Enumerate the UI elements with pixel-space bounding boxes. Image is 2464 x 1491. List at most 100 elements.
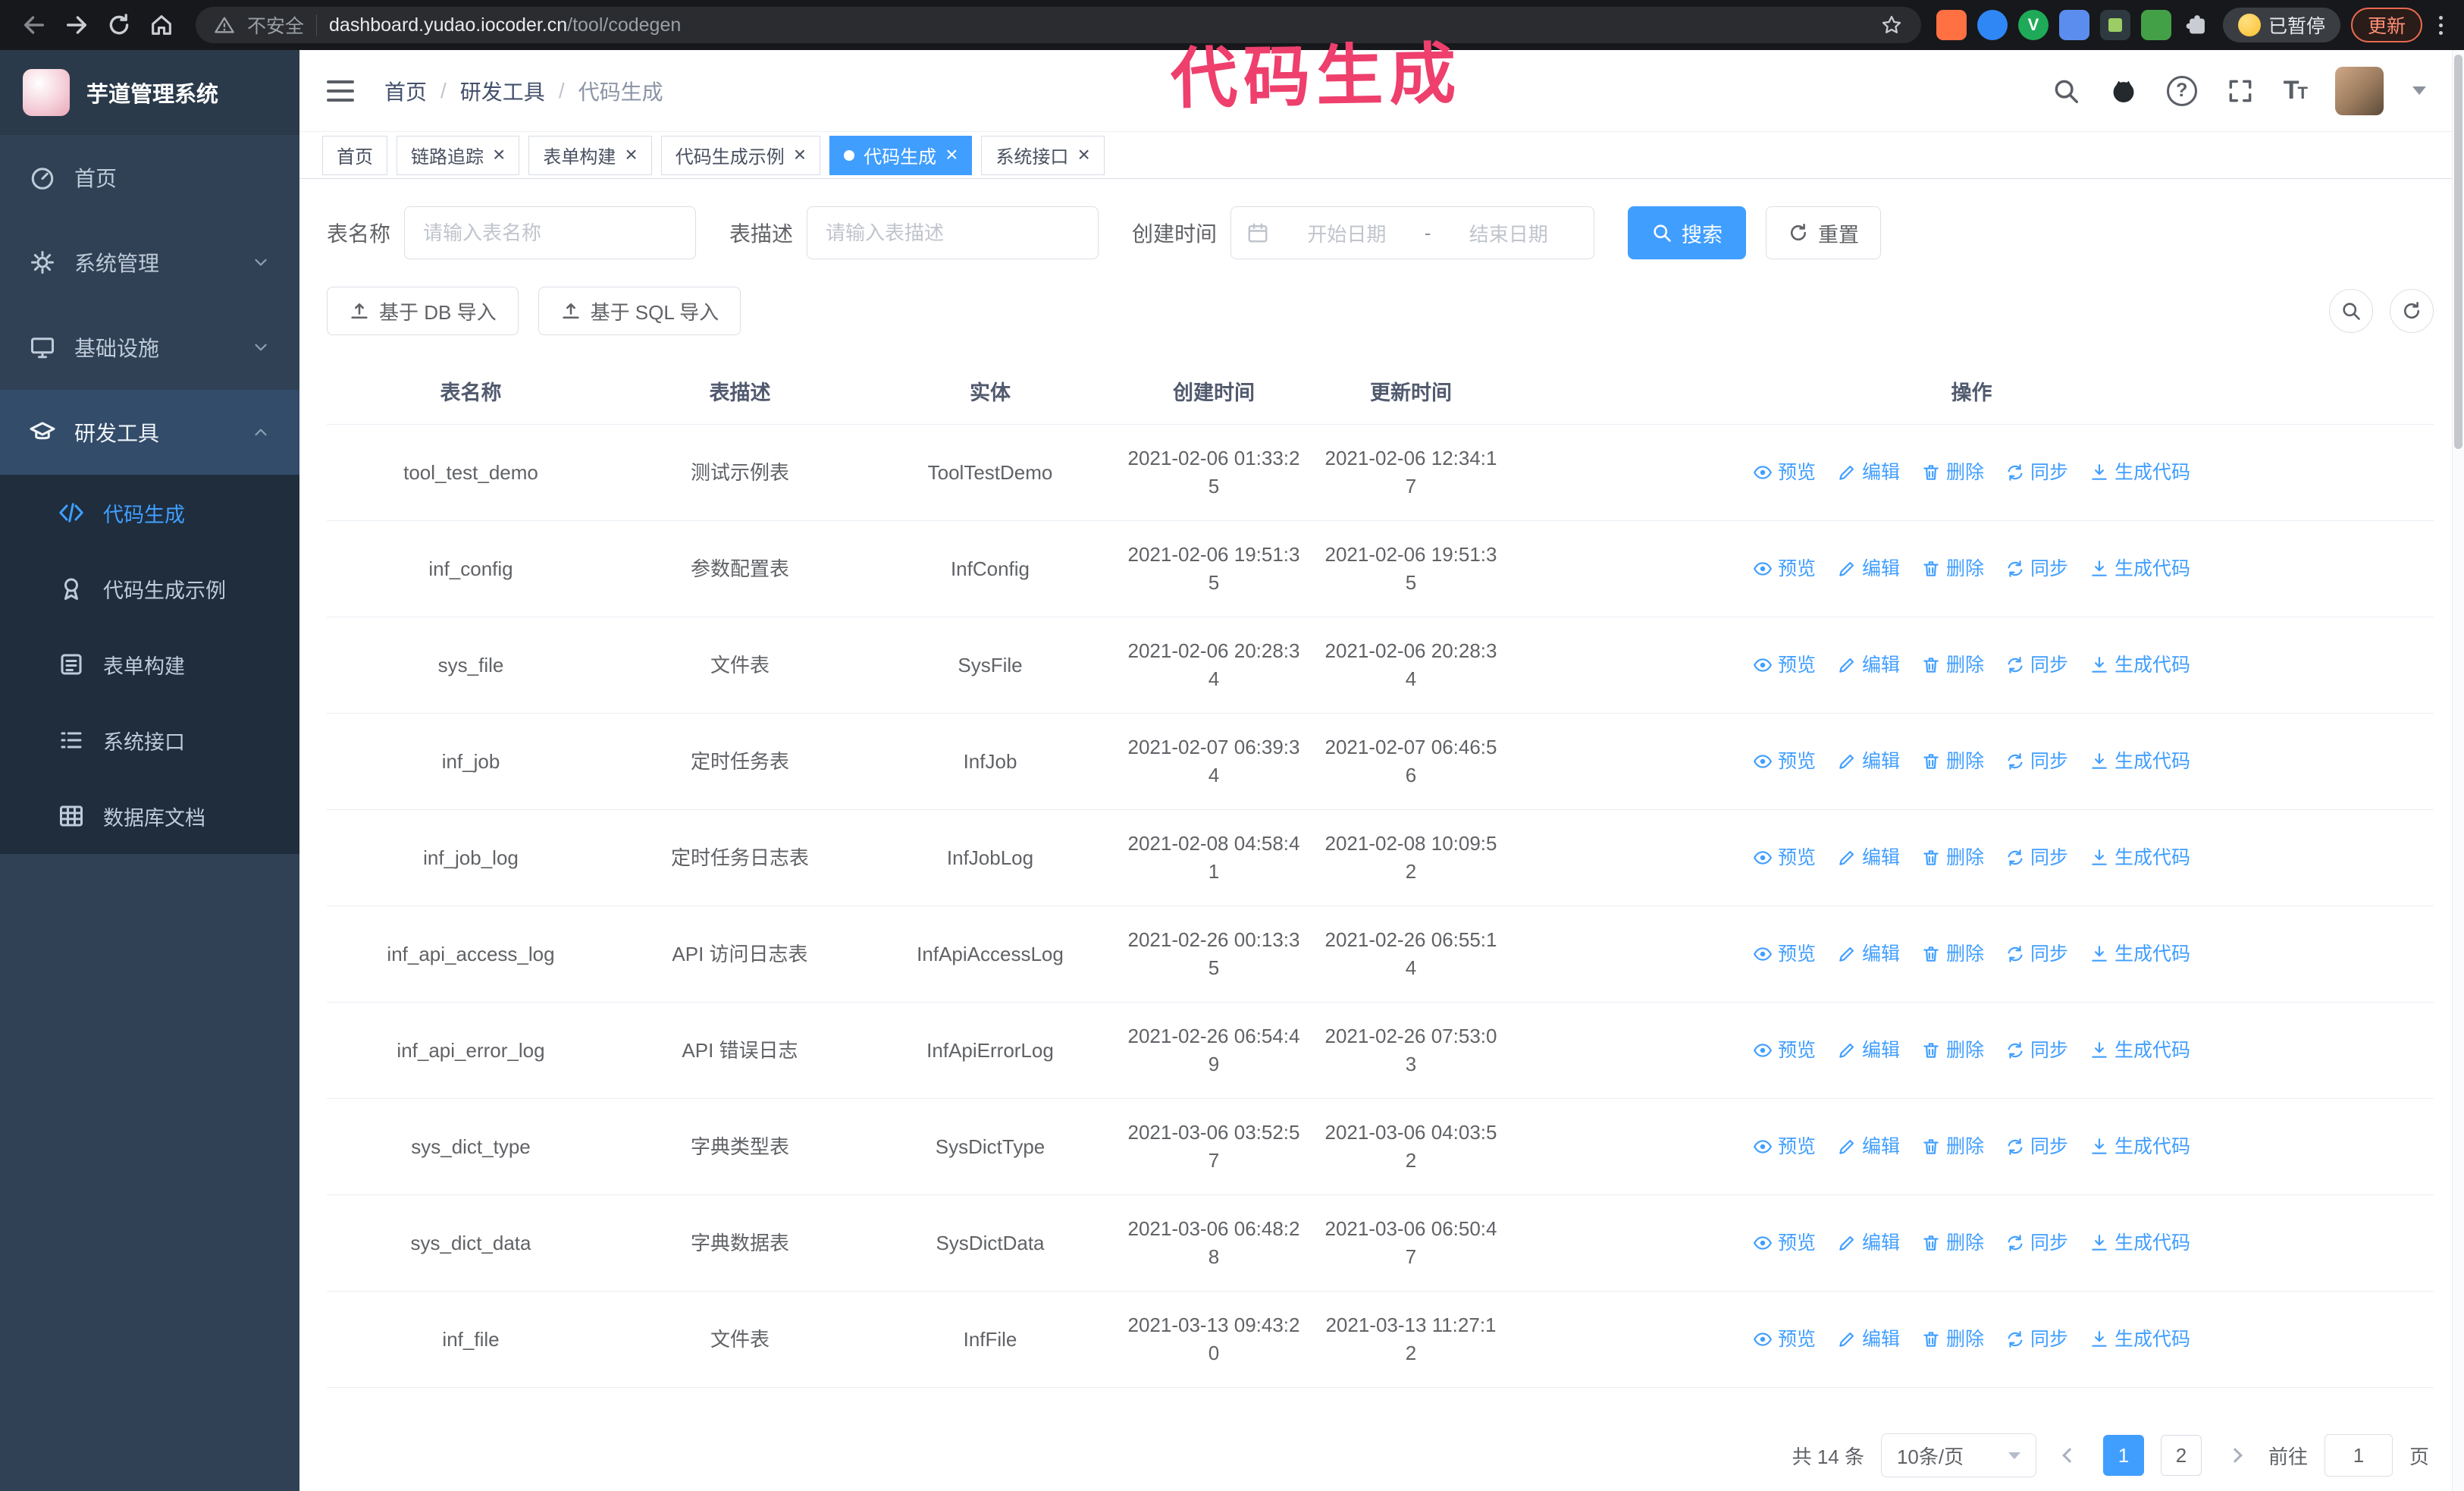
action-edit-link[interactable]: 编辑 bbox=[1837, 555, 1900, 583]
action-edit-link[interactable]: 编辑 bbox=[1837, 1229, 1900, 1257]
action-sync-link[interactable]: 同步 bbox=[2005, 1326, 2068, 1354]
sidebar-item-db-doc[interactable]: 数据库文档 bbox=[0, 778, 299, 854]
breadcrumb-item[interactable]: 研发工具 bbox=[460, 76, 545, 106]
page-button-2[interactable]: 2 bbox=[2160, 1435, 2202, 1476]
extension-icon[interactable] bbox=[2058, 10, 2089, 40]
sidebar-item-system-api[interactable]: 系统接口 bbox=[0, 702, 299, 778]
action-sync-link[interactable]: 同步 bbox=[2005, 1037, 2068, 1065]
action-preview-link[interactable]: 预览 bbox=[1753, 651, 1816, 680]
page-button-1[interactable]: 1 bbox=[2102, 1435, 2144, 1476]
close-tab-icon[interactable]: × bbox=[1077, 143, 1089, 165]
action-edit-link[interactable]: 编辑 bbox=[1837, 844, 1900, 872]
tab-codegen-example[interactable]: 代码生成示例 × bbox=[660, 135, 821, 175]
prev-page-button[interactable] bbox=[2053, 1434, 2086, 1477]
address-bar[interactable]: 不安全 dashboard.yudao.iocoder.cn/tool/code… bbox=[196, 7, 1921, 43]
scrollbar-thumb[interactable] bbox=[2454, 55, 2462, 449]
action-preview-link[interactable]: 预览 bbox=[1753, 844, 1816, 872]
avatar[interactable] bbox=[2335, 66, 2384, 115]
reset-button[interactable]: 重置 bbox=[1766, 206, 1882, 259]
action-edit-link[interactable]: 编辑 bbox=[1837, 1133, 1900, 1161]
action-generate-code-link[interactable]: 生成代码 bbox=[2089, 1037, 2190, 1065]
action-sync-link[interactable]: 同步 bbox=[2005, 651, 2068, 680]
action-preview-link[interactable]: 预览 bbox=[1753, 748, 1816, 776]
close-tab-icon[interactable]: × bbox=[493, 143, 505, 165]
extension-icon[interactable] bbox=[1977, 10, 2008, 40]
action-generate-code-link[interactable]: 生成代码 bbox=[2089, 1326, 2190, 1354]
action-edit-link[interactable]: 编辑 bbox=[1837, 748, 1900, 776]
action-generate-code-link[interactable]: 生成代码 bbox=[2089, 940, 2190, 968]
table-desc-input[interactable] bbox=[807, 206, 1099, 259]
sidebar-item-infrastructure[interactable]: 基础设施 bbox=[0, 305, 299, 390]
action-edit-link[interactable]: 编辑 bbox=[1837, 940, 1900, 968]
action-sync-link[interactable]: 同步 bbox=[2005, 459, 2068, 487]
close-tab-icon[interactable]: × bbox=[794, 143, 806, 165]
next-page-button[interactable] bbox=[2218, 1434, 2252, 1477]
action-edit-link[interactable]: 编辑 bbox=[1837, 651, 1900, 680]
action-generate-code-link[interactable]: 生成代码 bbox=[2089, 1133, 2190, 1161]
search-icon[interactable] bbox=[2052, 77, 2080, 105]
action-preview-link[interactable]: 预览 bbox=[1753, 940, 1816, 968]
tab-form-builder[interactable]: 表单构建 × bbox=[528, 135, 652, 175]
tab-system-api[interactable]: 系统接口 × bbox=[981, 135, 1105, 175]
action-delete-link[interactable]: 删除 bbox=[1921, 459, 1984, 487]
action-preview-link[interactable]: 预览 bbox=[1753, 1133, 1816, 1161]
search-button[interactable]: 搜索 bbox=[1628, 206, 1747, 259]
sidebar-item-system[interactable]: 系统管理 bbox=[0, 220, 299, 305]
breadcrumb-item[interactable]: 首页 bbox=[384, 76, 427, 106]
action-delete-link[interactable]: 删除 bbox=[1921, 1133, 1984, 1161]
action-edit-link[interactable]: 编辑 bbox=[1837, 1037, 1900, 1065]
help-icon[interactable]: ? bbox=[2166, 75, 2197, 106]
goto-page-input[interactable] bbox=[2324, 1434, 2393, 1477]
action-generate-code-link[interactable]: 生成代码 bbox=[2089, 651, 2190, 680]
sidebar-item-home[interactable]: 首页 bbox=[0, 135, 299, 220]
action-sync-link[interactable]: 同步 bbox=[2005, 844, 2068, 872]
home-button[interactable] bbox=[143, 6, 180, 44]
action-generate-code-link[interactable]: 生成代码 bbox=[2089, 844, 2190, 872]
action-edit-link[interactable]: 编辑 bbox=[1837, 1326, 1900, 1354]
action-sync-link[interactable]: 同步 bbox=[2005, 748, 2068, 776]
sidebar-item-form-builder[interactable]: 表单构建 bbox=[0, 626, 299, 702]
action-delete-link[interactable]: 删除 bbox=[1921, 1037, 1984, 1065]
sidebar-item-codegen[interactable]: 代码生成 bbox=[0, 475, 299, 551]
sidebar-item-codegen-example[interactable]: 代码生成示例 bbox=[0, 551, 299, 626]
refresh-button[interactable] bbox=[2390, 289, 2434, 333]
action-delete-link[interactable]: 删除 bbox=[1921, 1229, 1984, 1257]
import-db-button[interactable]: 基于 DB 导入 bbox=[327, 287, 519, 335]
sidebar-logo[interactable]: 芋道管理系统 bbox=[0, 50, 299, 135]
toggle-search-button[interactable] bbox=[2329, 289, 2373, 333]
action-delete-link[interactable]: 删除 bbox=[1921, 748, 1984, 776]
action-preview-link[interactable]: 预览 bbox=[1753, 459, 1816, 487]
action-sync-link[interactable]: 同步 bbox=[2005, 940, 2068, 968]
extension-icon[interactable] bbox=[1936, 10, 1967, 40]
hamburger-icon[interactable] bbox=[322, 76, 359, 106]
action-delete-link[interactable]: 删除 bbox=[1921, 940, 1984, 968]
import-sql-button[interactable]: 基于 SQL 导入 bbox=[538, 287, 741, 335]
fullscreen-icon[interactable] bbox=[2226, 77, 2255, 105]
tab-home[interactable]: 首页 bbox=[322, 135, 387, 175]
update-button[interactable]: 更新 bbox=[2350, 8, 2422, 42]
paused-badge[interactable]: 已暂停 bbox=[2222, 8, 2340, 42]
action-delete-link[interactable]: 删除 bbox=[1921, 844, 1984, 872]
back-button[interactable] bbox=[15, 6, 53, 44]
github-icon[interactable] bbox=[2109, 77, 2138, 105]
table-name-input[interactable] bbox=[404, 206, 697, 259]
action-delete-link[interactable]: 删除 bbox=[1921, 651, 1984, 680]
tab-codegen[interactable]: 代码生成 × bbox=[829, 135, 973, 175]
action-sync-link[interactable]: 同步 bbox=[2005, 1229, 2068, 1257]
action-generate-code-link[interactable]: 生成代码 bbox=[2089, 459, 2190, 487]
forward-button[interactable] bbox=[58, 6, 96, 44]
action-generate-code-link[interactable]: 生成代码 bbox=[2089, 555, 2190, 583]
browser-menu-icon[interactable] bbox=[2433, 15, 2449, 35]
close-tab-icon[interactable]: × bbox=[945, 143, 958, 165]
close-tab-icon[interactable]: × bbox=[625, 143, 637, 165]
page-size-select[interactable]: 10条/页 bbox=[1880, 1433, 2036, 1477]
chevron-down-icon[interactable] bbox=[2412, 86, 2426, 95]
date-range-picker[interactable]: 开始日期 - 结束日期 bbox=[1230, 206, 1595, 259]
action-sync-link[interactable]: 同步 bbox=[2005, 555, 2068, 583]
sidebar-item-dev-tools[interactable]: 研发工具 bbox=[0, 390, 299, 475]
bookmark-star-icon[interactable] bbox=[1880, 14, 1903, 36]
action-preview-link[interactable]: 预览 bbox=[1753, 1037, 1816, 1065]
action-preview-link[interactable]: 预览 bbox=[1753, 1229, 1816, 1257]
action-delete-link[interactable]: 删除 bbox=[1921, 1326, 1984, 1354]
extension-icon[interactable] bbox=[2099, 10, 2130, 40]
